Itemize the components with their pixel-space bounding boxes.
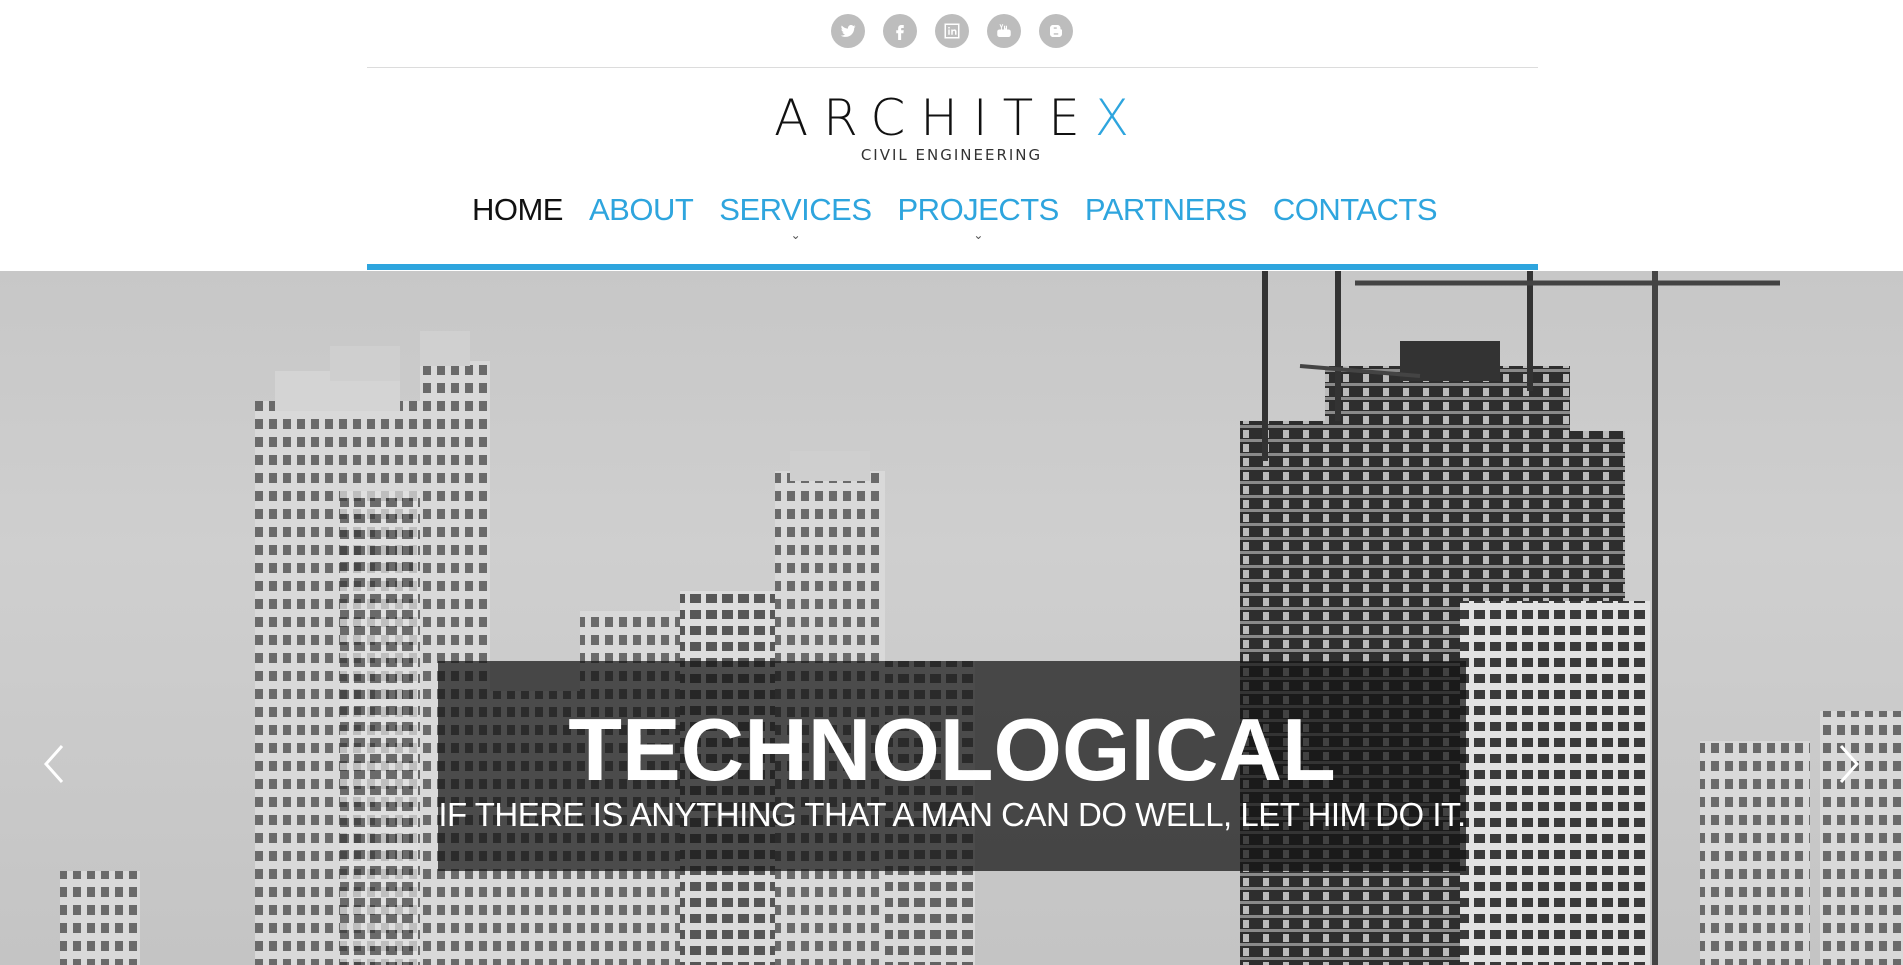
- linkedin-icon[interactable]: [935, 14, 969, 48]
- chevron-down-icon: ⌄: [790, 228, 801, 242]
- nav-item-partners[interactable]: PARTNERS: [1085, 192, 1247, 228]
- top-divider: [367, 67, 1538, 68]
- logo-subtitle: CIVIL ENGINEERING: [860, 146, 1043, 164]
- logo-title-main: ARCHITE: [773, 89, 1095, 147]
- logo-title-accent: X: [1094, 89, 1145, 147]
- main-nav: HOME ABOUT SERVICES ⌄ PROJECTS ⌄ PARTNER…: [0, 192, 1903, 241]
- site-logo[interactable]: ARCHITEX CIVIL ENGINEERING: [0, 90, 1903, 164]
- nav-item-services[interactable]: SERVICES ⌄: [719, 192, 872, 241]
- twitter-icon[interactable]: [831, 14, 865, 48]
- nav-item-label: PROJECTS: [897, 192, 1060, 227]
- nav-item-label: PARTNERS: [1084, 192, 1247, 227]
- slider-prev-button[interactable]: [34, 734, 74, 794]
- nav-item-label: SERVICES: [719, 192, 872, 227]
- facebook-icon[interactable]: [883, 14, 917, 48]
- hero-subtitle: IF THERE IS ANYTHING THAT A MAN CAN DO W…: [438, 796, 1466, 833]
- hero-caption: TECHNOLOGICAL IF THERE IS ANYTHING THAT …: [438, 661, 1466, 871]
- nav-accent-bar: [367, 264, 1538, 270]
- hero-slider: TECHNOLOGICAL IF THERE IS ANYTHING THAT …: [0, 271, 1903, 965]
- nav-item-label: HOME: [471, 192, 564, 227]
- slider-next-button[interactable]: [1829, 734, 1869, 794]
- nav-item-projects[interactable]: PROJECTS ⌄: [897, 192, 1060, 241]
- chevron-down-icon: ⌄: [973, 228, 983, 242]
- chevron-left-icon: [43, 745, 64, 783]
- nav-item-about[interactable]: ABOUT: [588, 192, 694, 228]
- nav-item-label: ABOUT: [588, 192, 694, 227]
- logo-title: ARCHITEX: [759, 90, 1144, 146]
- nav-item-label: CONTACTS: [1272, 192, 1438, 227]
- hero-title: TECHNOLOGICAL: [568, 700, 1336, 799]
- nav-item-contacts[interactable]: CONTACTS: [1272, 192, 1438, 228]
- blogger-icon[interactable]: [1039, 14, 1073, 48]
- chevron-right-icon: [1839, 745, 1860, 783]
- youtube-icon[interactable]: [987, 14, 1021, 48]
- nav-item-home[interactable]: HOME: [471, 192, 564, 228]
- social-links: [0, 14, 1903, 48]
